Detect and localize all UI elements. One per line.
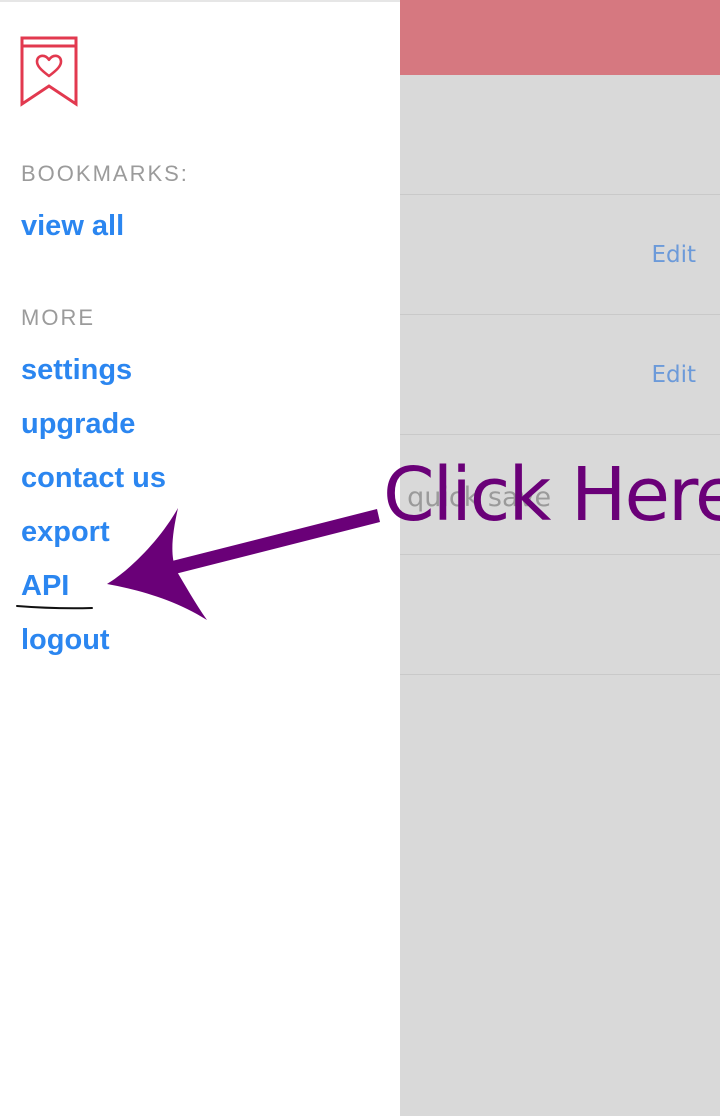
list-item [400,75,720,195]
contact-us-link[interactable]: contact us [21,462,166,495]
list-item [400,555,720,675]
edit-link[interactable]: Edit [651,242,696,268]
click-here-annotation: Click Here [383,452,720,538]
edit-link[interactable]: Edit [651,362,696,388]
app-header [400,0,720,75]
upgrade-link[interactable]: upgrade [21,408,135,441]
navigation-drawer: BOOKMARKS: view all MORE settings upgrad… [0,0,400,1116]
app-screen: Edit Edit o quick save BOOKMARKS: view a… [0,0,720,1116]
view-all-link[interactable]: view all [21,210,124,243]
more-heading: MORE [21,305,95,330]
divider [0,0,400,2]
bookmark-heart-logo-icon [20,36,78,108]
settings-link[interactable]: settings [21,354,132,387]
api-link[interactable]: API [21,570,69,603]
background-app: Edit Edit o quick save [382,0,720,1116]
logout-link[interactable]: logout [21,624,110,657]
export-link[interactable]: export [21,516,110,549]
list-item[interactable]: Edit [400,195,720,315]
bookmarks-heading: BOOKMARKS: [21,161,189,186]
list-item[interactable]: Edit [400,315,720,435]
